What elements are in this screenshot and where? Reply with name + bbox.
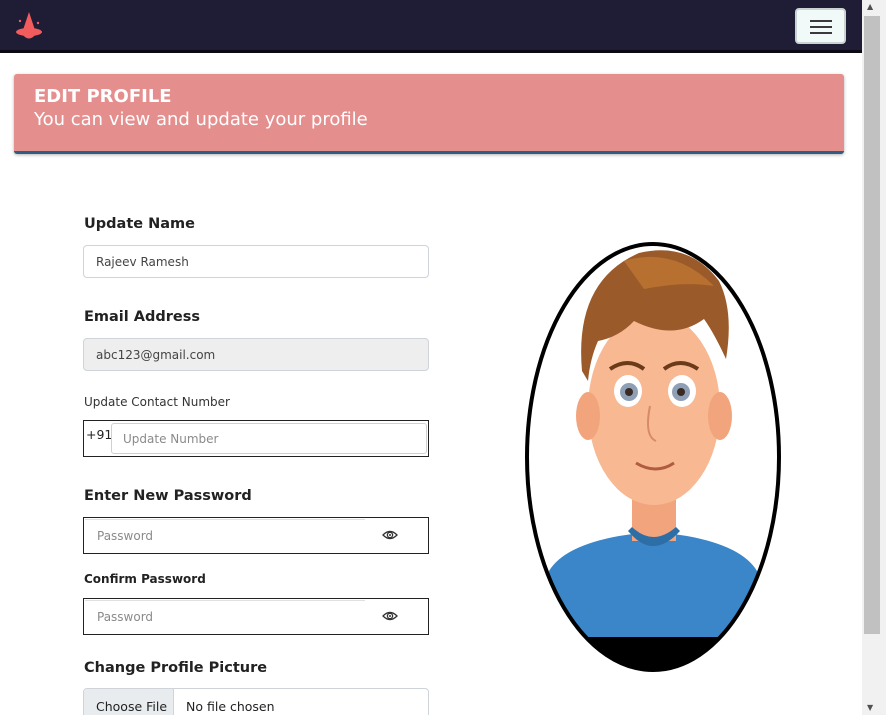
profile-picture-file-input[interactable]: Choose File No file chosen xyxy=(83,688,429,715)
profile-picture-label: Change Profile Picture xyxy=(84,660,268,676)
edit-profile-banner: EDIT PROFILE You can view and update you… xyxy=(14,74,844,154)
confirm-password-input[interactable] xyxy=(85,600,365,633)
hamburger-menu-icon xyxy=(810,20,832,22)
contact-number-input[interactable] xyxy=(111,423,427,454)
profile-avatar-image xyxy=(525,242,781,672)
confirm-password-label: Confirm Password xyxy=(84,572,206,586)
navbar-toggle-button[interactable] xyxy=(795,8,846,44)
hamburger-menu-icon-line xyxy=(810,26,832,28)
eye-icon[interactable] xyxy=(382,528,398,542)
new-password-label: Enter New Password xyxy=(84,488,252,504)
email-label: Email Address xyxy=(84,309,201,325)
name-input[interactable] xyxy=(83,245,429,278)
hamburger-menu-icon-line xyxy=(810,32,832,34)
eye-icon[interactable] xyxy=(382,609,398,623)
email-input xyxy=(83,338,429,371)
banner-subtitle: You can view and update your profile xyxy=(34,109,368,130)
file-status-text: No file chosen xyxy=(186,699,275,714)
choose-file-button[interactable]: Choose File xyxy=(84,689,174,715)
scroll-down-arrow-icon[interactable]: ▼ xyxy=(867,703,873,712)
country-code-prefix: +91 xyxy=(86,427,113,442)
scrollbar-thumb[interactable] xyxy=(864,16,880,634)
name-label: Update Name xyxy=(84,216,195,232)
banner-title: EDIT PROFILE xyxy=(34,86,172,107)
contact-field-group: +91 xyxy=(83,420,429,457)
confirm-password-field-group xyxy=(83,598,429,635)
new-password-input[interactable] xyxy=(85,519,365,552)
contact-label: Update Contact Number xyxy=(84,395,230,409)
logo-icon[interactable] xyxy=(14,11,44,43)
new-password-field-group xyxy=(83,517,429,554)
navbar xyxy=(0,0,862,53)
scroll-up-arrow-icon[interactable]: ▲ xyxy=(867,2,873,11)
